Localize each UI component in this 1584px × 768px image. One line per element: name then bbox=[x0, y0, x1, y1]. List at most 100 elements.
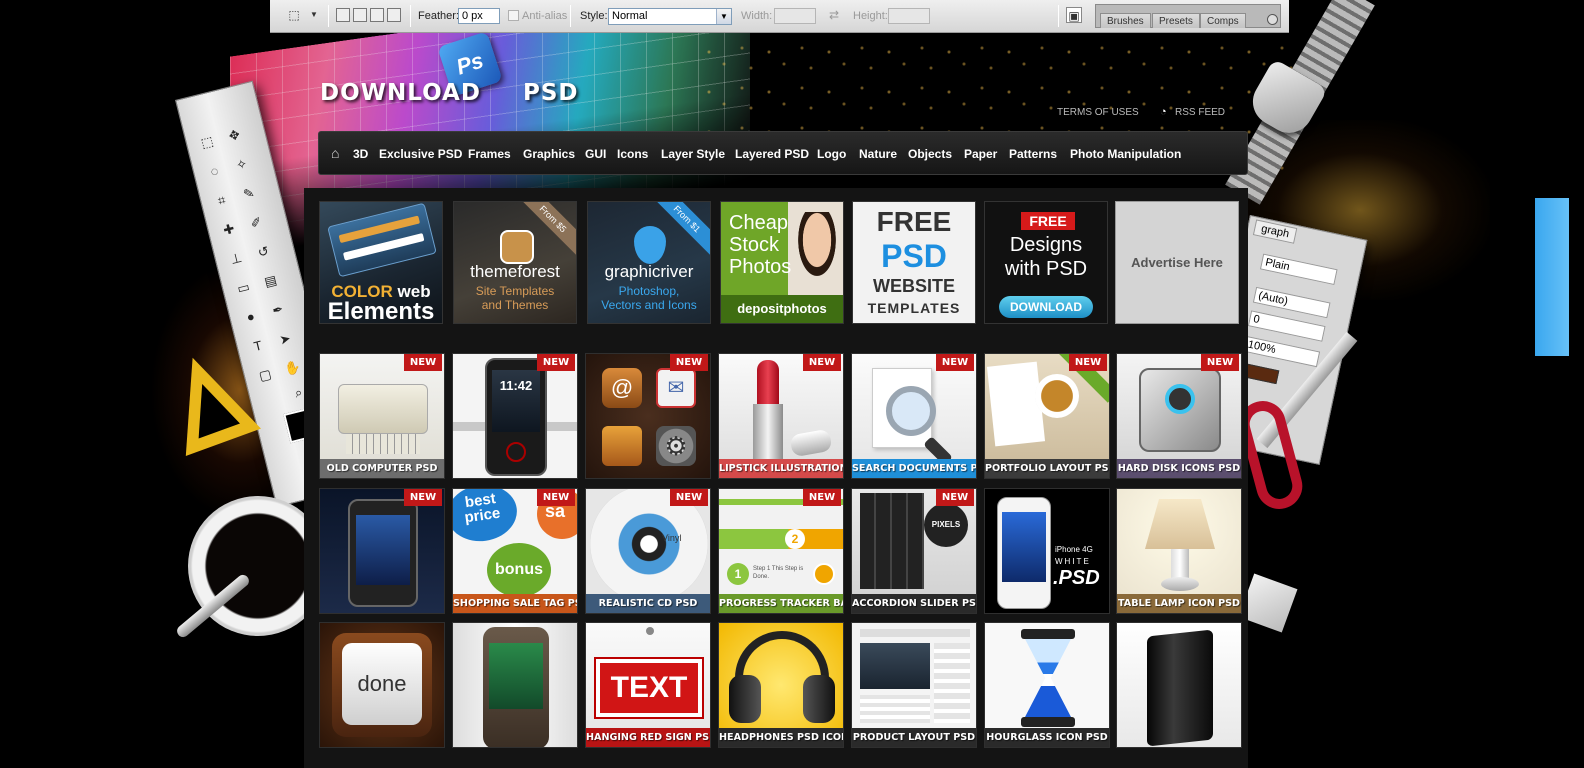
thumb-mac-icons[interactable]: @ ✉ ⚙ NEW bbox=[585, 353, 711, 479]
presets-tab[interactable]: Presets bbox=[1152, 13, 1200, 28]
nav-item-nature[interactable]: Nature bbox=[859, 147, 897, 161]
height-input[interactable] bbox=[888, 8, 930, 24]
nav-item-photo-manipulation[interactable]: Photo Manipulation bbox=[1070, 147, 1181, 161]
magnifier-icon bbox=[886, 386, 936, 436]
nav-item-icons[interactable]: Icons bbox=[617, 147, 648, 161]
lamp-shade-illustration bbox=[1145, 499, 1215, 549]
ad-ui-mock bbox=[327, 202, 437, 278]
thumb-caption: ACCORDION SLIDER PSD bbox=[852, 594, 976, 613]
add-selection-icon[interactable] bbox=[353, 8, 367, 22]
thumb-hard-disk-icons[interactable]: NEW HARD DISK ICONS PSD bbox=[1116, 353, 1242, 479]
phone-screen: 11:42 bbox=[492, 370, 540, 432]
nav-item-3d[interactable]: 3D bbox=[353, 147, 368, 161]
nav-item-frames[interactable]: Frames bbox=[468, 147, 511, 161]
tablet-illustration bbox=[348, 499, 418, 607]
rss-feed-link[interactable]: RSS FEED bbox=[1175, 107, 1225, 118]
height-label: Height: bbox=[853, 10, 888, 22]
nav-item-paper[interactable]: Paper bbox=[964, 147, 997, 161]
style-select-value: Normal bbox=[612, 10, 648, 22]
chevron-down-icon[interactable]: ▼ bbox=[306, 7, 322, 23]
best-price-tag: best price bbox=[453, 489, 521, 546]
settings-gear-icon: ⚙ bbox=[656, 426, 696, 466]
terms-link[interactable]: TERMS OF USES bbox=[1057, 107, 1139, 118]
gradient-tool-icon: ▤ bbox=[262, 271, 279, 290]
intersect-selection-icon[interactable] bbox=[387, 8, 401, 22]
advertise-here-text: Advertise Here bbox=[1131, 255, 1223, 270]
ad-advertise-here[interactable]: Advertise Here bbox=[1115, 201, 1239, 324]
ad-elements-word: Elements bbox=[327, 298, 435, 324]
thumb-portfolio-layout[interactable]: NEW PORTFOLIO LAYOUT PSD bbox=[984, 353, 1110, 479]
new-badge: NEW bbox=[803, 489, 841, 506]
panel-menu-icon[interactable] bbox=[1267, 14, 1278, 25]
new-badge: NEW bbox=[537, 354, 575, 371]
style-select[interactable]: Normal ▼ bbox=[608, 8, 732, 25]
ad-graphicriver-sub1: Photoshop, bbox=[618, 284, 680, 298]
ad-themeforest[interactable]: From $5 themeforest Site Templates and T… bbox=[453, 201, 577, 324]
thumb-htc-phone[interactable]: 11:42 NEW bbox=[452, 353, 578, 479]
thumb-android-phone[interactable] bbox=[452, 622, 578, 748]
ad-color-web-elements[interactable]: COLOR web Elements bbox=[319, 201, 443, 324]
nav-item-layer-style[interactable]: Layer Style bbox=[661, 147, 725, 161]
ad-photos-word: Photos bbox=[729, 256, 792, 278]
android-phone-illustration bbox=[483, 627, 549, 747]
subtract-selection-icon[interactable] bbox=[370, 8, 384, 22]
thumb-caption: HARD DISK ICONS PSD bbox=[1117, 459, 1241, 478]
swap-icon[interactable]: ⇄ bbox=[826, 7, 842, 23]
nav-item-layered-psd[interactable]: Layered PSD bbox=[735, 147, 809, 161]
ad-graphicriver[interactable]: From $1 graphicriver Photoshop, Vectors … bbox=[587, 201, 711, 324]
comps-tab[interactable]: Comps bbox=[1200, 13, 1246, 28]
ad-with-psd-word: with PSD bbox=[1004, 258, 1088, 280]
nav-item-gui[interactable]: GUI bbox=[585, 147, 606, 161]
thumb-product-layout[interactable]: PRODUCT LAYOUT PSD bbox=[851, 622, 977, 748]
thumb-iphone-4g-white[interactable]: iPhone 4G WHITE .PSD bbox=[984, 488, 1110, 614]
ad-free-psd-templates[interactable]: FREE PSD WEBSITE TEMPLATES bbox=[852, 201, 976, 324]
lipstick-illustration bbox=[757, 360, 779, 404]
nav-item-logo[interactable]: Logo bbox=[817, 147, 846, 161]
thumb-old-computer[interactable]: NEW OLD COMPUTER PSD bbox=[319, 353, 445, 479]
ad-download-button[interactable]: DOWNLOAD bbox=[999, 296, 1093, 318]
refine-edge-icon[interactable]: ▣ bbox=[1066, 7, 1082, 23]
ad-website-word: WEBSITE bbox=[872, 276, 955, 296]
nav-item-objects[interactable]: Objects bbox=[908, 147, 952, 161]
thumb-search-documents[interactable]: NEW SEARCH DOCUMENTS PSD bbox=[851, 353, 977, 479]
thumb-shopping-sale-tag[interactable]: best price sa bonus NEW SHOPPING SALE TA… bbox=[452, 488, 578, 614]
width-input[interactable] bbox=[774, 8, 816, 24]
rss-icon: ◔ bbox=[1160, 106, 1167, 118]
marquee-icon[interactable]: ⬚ bbox=[286, 7, 302, 23]
side-scroll-tab[interactable] bbox=[1535, 198, 1569, 356]
thumb-xbox-console[interactable] bbox=[1116, 622, 1242, 748]
thumb-progress-tracker[interactable]: 2 1 Step 1 This Step is Done. NEW PROGRE… bbox=[718, 488, 844, 614]
thumb-caption: LIPSTICK ILLUSTRATION bbox=[719, 459, 843, 478]
ad-themeforest-sub2: and Themes bbox=[481, 298, 549, 312]
thumb-accordion-slider[interactable]: PIXELS NEW ACCORDION SLIDER PSD bbox=[851, 488, 977, 614]
site-logo[interactable]: DOWNLOAD PSD bbox=[320, 80, 578, 106]
thumb-hourglass-icon[interactable]: HOURGLASS ICON PSD bbox=[984, 622, 1110, 748]
nav-item-patterns[interactable]: Patterns bbox=[1009, 147, 1057, 161]
divider bbox=[570, 5, 571, 27]
thumb-caption: HOURGLASS ICON PSD bbox=[985, 728, 1109, 747]
thumb-lipstick[interactable]: NEW LIPSTICK ILLUSTRATION bbox=[718, 353, 844, 479]
progress-bar-illustration: 2 bbox=[719, 529, 843, 549]
thumb-hanging-red-sign[interactable]: TEXT HANGING RED SIGN PSD bbox=[585, 622, 711, 748]
ad-stock-word: Stock bbox=[729, 234, 780, 256]
home-icon[interactable]: ⌂ bbox=[331, 146, 345, 160]
thumb-table-lamp-icon[interactable]: TABLE LAMP ICON PSD bbox=[1116, 488, 1242, 614]
ad-depositphotos[interactable]: Cheap Stock Photos depositphotos bbox=[720, 201, 844, 324]
thumb-headphones[interactable]: HEADPHONES PSD ICON bbox=[718, 622, 844, 748]
console-illustration bbox=[1147, 629, 1213, 747]
thumb-realistic-cd[interactable]: Vinyl NEW REALISTIC CD PSD bbox=[585, 488, 711, 614]
ad-designs-word: Designs bbox=[1009, 234, 1083, 256]
thumb-samsung-tablet[interactable]: NEW bbox=[319, 488, 445, 614]
new-badge: NEW bbox=[670, 489, 708, 506]
brushes-tab[interactable]: Brushes bbox=[1100, 13, 1151, 28]
feather-input[interactable]: 0 px bbox=[458, 8, 500, 24]
done-button-illustration: done bbox=[342, 643, 422, 725]
antialias-checkbox[interactable] bbox=[508, 10, 519, 21]
nav-item-exclusive-psd[interactable]: Exclusive PSD bbox=[379, 147, 462, 161]
nav-item-graphics[interactable]: Graphics bbox=[523, 147, 575, 161]
new-selection-icon[interactable] bbox=[336, 8, 350, 22]
ad-free-designs[interactable]: FREE Designs with PSD DOWNLOAD bbox=[984, 201, 1108, 324]
thumb-caption: PROGRESS TRACKER BARS bbox=[719, 594, 843, 613]
marquee-tool-icon: ⬚ bbox=[199, 133, 215, 151]
thumb-done-button[interactable]: done bbox=[319, 622, 445, 748]
